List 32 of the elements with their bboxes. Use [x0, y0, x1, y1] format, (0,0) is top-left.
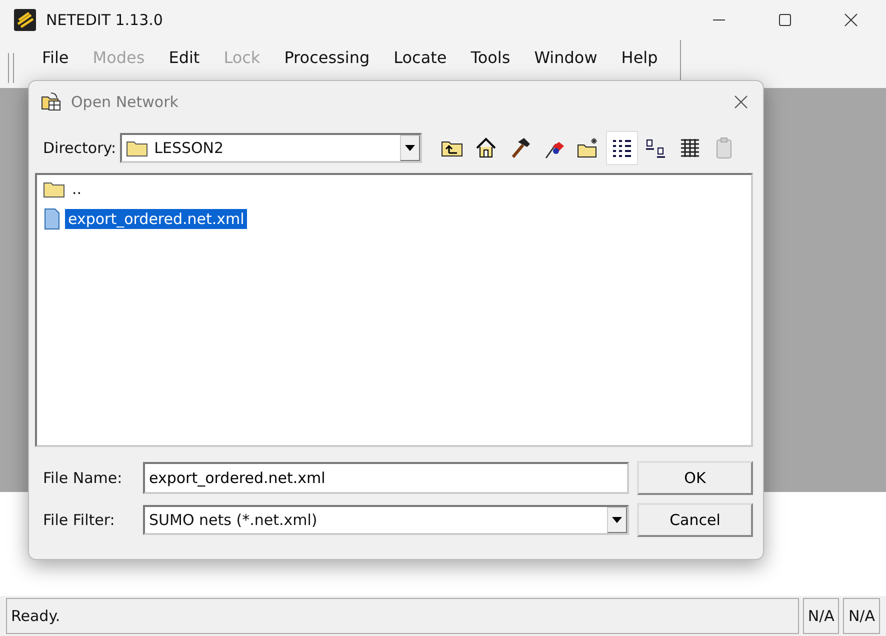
home-icon [474, 136, 498, 160]
document-icon [43, 208, 61, 230]
app-logo-icon [14, 9, 36, 31]
menu-item[interactable]: Edit [156, 48, 212, 67]
file-name-field[interactable]: export_ordered.net.xml [143, 462, 629, 494]
folder-icon [43, 180, 65, 198]
file-list-item[interactable]: .. [43, 177, 745, 201]
window-title: NETEDIT 1.13.0 [46, 11, 163, 29]
file-name-label: File Name: [43, 469, 124, 487]
file-filter-dropdown[interactable]: SUMO nets (*.net.xml) [143, 505, 629, 535]
status-message: Ready. [6, 598, 799, 634]
menu-item[interactable]: Locate [382, 48, 459, 67]
dialog-title: Open Network [71, 93, 178, 111]
ok-button[interactable]: OK [637, 461, 753, 495]
directory-label: Directory: [43, 139, 116, 157]
menu-item[interactable]: Processing [272, 48, 382, 67]
menu-item[interactable]: File [30, 48, 81, 67]
file-list-item[interactable]: export_ordered.net.xml [43, 207, 745, 231]
status-field: N/A [843, 598, 880, 634]
menu-item[interactable]: Help [609, 48, 670, 67]
close-icon[interactable] [733, 94, 749, 110]
toolbar-button[interactable] [606, 131, 638, 165]
open-network-icon [41, 92, 63, 112]
menu-item[interactable]: Window [522, 48, 610, 67]
close-icon[interactable] [844, 13, 858, 27]
cancel-button[interactable]: Cancel [637, 503, 753, 537]
file-filter-label: File Filter: [43, 511, 116, 529]
folder-icon [126, 139, 148, 157]
menu-item[interactable]: Tools [458, 48, 522, 67]
status-field: N/A [802, 598, 840, 634]
maximize-icon[interactable] [778, 13, 792, 27]
directory-dropdown[interactable]: LESSON2 [120, 133, 422, 163]
